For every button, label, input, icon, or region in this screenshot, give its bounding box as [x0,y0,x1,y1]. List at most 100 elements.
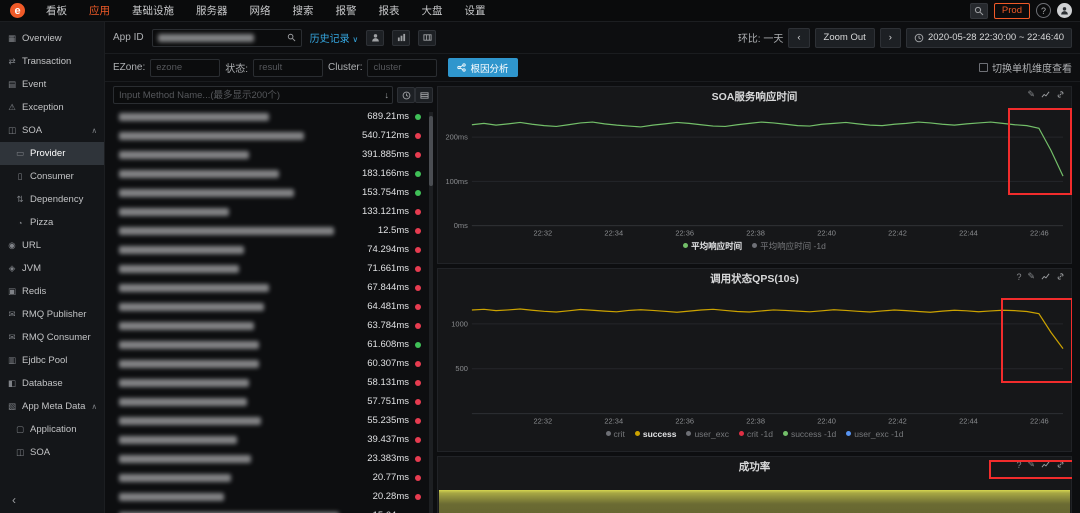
sidebar-item-rmq-publisher[interactable]: ✉ RMQ Publisher [0,303,104,326]
scrollbar-thumb[interactable] [429,116,433,186]
sidebar-item-application[interactable]: ▢ Application [0,418,104,441]
chart-icon[interactable] [1040,460,1051,469]
list-icon-button[interactable] [415,87,433,103]
sidebar-item-overview[interactable]: ▦ Overview [0,27,104,50]
legend-item[interactable]: success [634,429,676,439]
method-search-input[interactable] [113,86,393,104]
root-cause-button[interactable]: 根因分析 [448,58,518,77]
app-logo[interactable]: e [10,3,25,18]
method-list-item[interactable]: 58.131ms [113,373,433,392]
qps-chart[interactable]: 500 1000 22:32 22:34 22:36 22:38 22:40 22:42 22:… [438,289,1071,427]
legend-item[interactable]: success -1d [782,429,836,439]
method-list-item[interactable]: 61.608ms [113,335,433,354]
method-list-item[interactable]: 689.21ms [113,107,433,126]
method-list-item[interactable]: 63.784ms [113,316,433,335]
chart-icon-button[interactable] [392,29,411,46]
sidebar-item-pizza[interactable]: ◔ Pizza [0,211,104,234]
env-button[interactable]: Prod [993,2,1030,19]
time-range-picker[interactable]: 2020-05-28 22:30:00 ~ 22:46:40 [905,27,1072,48]
legend-item[interactable]: user_exc -1d [846,429,903,439]
nav-item-服务器[interactable]: 服务器 [185,0,239,22]
method-list-item[interactable]: 20.28ms [113,487,433,506]
nav-item-网络[interactable]: 网络 [239,0,282,22]
user-avatar[interactable] [1057,3,1072,18]
sidebar-item-soa[interactable]: ◫ SOA ∧ [0,119,104,142]
method-list-item[interactable]: 57.751ms [113,392,433,411]
method-list-item[interactable]: 540.712ms [113,126,433,145]
method-list-item[interactable]: 391.885ms [113,145,433,164]
history-dropdown[interactable]: 历史记录 ∨ [310,30,359,45]
sidebar-collapse-button[interactable]: ‹ [12,493,16,507]
ezone-input[interactable] [150,58,221,77]
edit-icon[interactable]: ✎ [1026,89,1036,100]
cluster-input[interactable] [367,58,438,77]
link-icon[interactable] [1055,460,1066,469]
method-list-item[interactable]: 133.121ms [113,202,433,221]
legend-item[interactable]: 平均响应时间 -1d [752,240,826,252]
sidebar-item-url[interactable]: ◉ URL [0,234,104,257]
scrollbar[interactable] [429,112,433,513]
method-list-item[interactable]: 71.661ms [113,259,433,278]
sidebar-item-event[interactable]: ▤ Event [0,73,104,96]
sidebar-item-provider[interactable]: ▭ Provider [0,142,104,165]
sidebar-item-dependency[interactable]: ⇅ Dependency [0,188,104,211]
nav-item-设置[interactable]: 设置 [454,0,497,22]
search-button[interactable] [969,2,988,19]
question-icon[interactable]: ? [1015,272,1022,282]
user-icon-button[interactable] [366,29,385,46]
nav-item-基础设施[interactable]: 基础设施 [121,0,185,22]
link-icon[interactable] [1055,272,1066,281]
legend-item[interactable]: crit [605,429,625,439]
time-prev-button[interactable]: ‹ [788,27,810,48]
method-list-item[interactable]: 23.383ms [113,449,433,468]
legend-item[interactable]: 平均响应时间 [683,240,742,252]
download-icon[interactable]: ↓ [385,90,390,100]
status-input[interactable] [253,58,324,77]
method-list-item[interactable]: 12.5ms [113,221,433,240]
nav-item-报表[interactable]: 报表 [368,0,411,22]
columns-icon-button[interactable] [418,29,437,46]
sidebar-item-app-meta-data[interactable]: ▧ App Meta Data ∧ [0,395,104,418]
method-list-item[interactable]: 55.235ms [113,411,433,430]
link-icon[interactable] [1055,90,1066,99]
nav-item-大盘[interactable]: 大盘 [411,0,454,22]
app-id-input[interactable] [151,28,302,47]
method-list-item[interactable]: 60.307ms [113,354,433,373]
sidebar-item-jvm[interactable]: ◈ JVM [0,257,104,280]
method-list-item[interactable]: 67.844ms [113,278,433,297]
nav-item-应用[interactable]: 应用 [78,0,121,22]
nav-item-搜索[interactable]: 搜索 [282,0,325,22]
chart-icon[interactable] [1040,272,1051,281]
sidebar-item-redis[interactable]: ▣ Redis [0,280,104,303]
method-list-item[interactable]: 64.481ms [113,297,433,316]
method-list-item[interactable]: 15.64ms [113,506,433,513]
sidebar-item-soa[interactable]: ◫ SOA [0,441,104,464]
status-label: 状态: [225,64,249,75]
sidebar-item-rmq-consumer[interactable]: ✉ RMQ Consumer [0,326,104,349]
legend-item[interactable]: crit -1d [738,429,773,439]
response-time-chart[interactable]: 0ms 100ms 200ms 22:32 22:34 22:36 22:38 22:40 22… [438,107,1071,239]
edit-icon[interactable]: ✎ [1026,271,1036,282]
zoom-out-button[interactable]: Zoom Out [814,27,875,48]
sidebar-item-ejdbc-pool[interactable]: ▥ Ejdbc Pool [0,349,104,372]
time-next-button[interactable]: › [879,27,901,48]
sidebar-item-consumer[interactable]: ▯ Consumer [0,165,104,188]
help-icon[interactable]: ? [1036,3,1051,18]
clock-icon-button[interactable] [397,87,415,103]
method-list-item[interactable]: 74.294ms [113,240,433,259]
method-list-item[interactable]: 153.754ms [113,183,433,202]
edit-icon[interactable]: ✎ [1026,459,1036,470]
sidebar-item-database[interactable]: ◧ Database [0,372,104,395]
success-rate-area[interactable] [439,490,1070,513]
legend-item[interactable]: user_exc [686,429,729,439]
method-list-item[interactable]: 39.437ms [113,430,433,449]
nav-item-看板[interactable]: 看板 [35,0,78,22]
sidebar-item-exception[interactable]: ⚠ Exception [0,96,104,119]
sidebar-item-transaction[interactable]: ⇄ Transaction [0,50,104,73]
nav-item-报警[interactable]: 报警 [325,0,368,22]
single-machine-checkbox[interactable] [979,63,988,72]
chart-icon[interactable] [1040,90,1051,99]
question-icon[interactable]: ? [1015,460,1022,470]
method-list-item[interactable]: 20.77ms [113,468,433,487]
method-list-item[interactable]: 183.166ms [113,164,433,183]
